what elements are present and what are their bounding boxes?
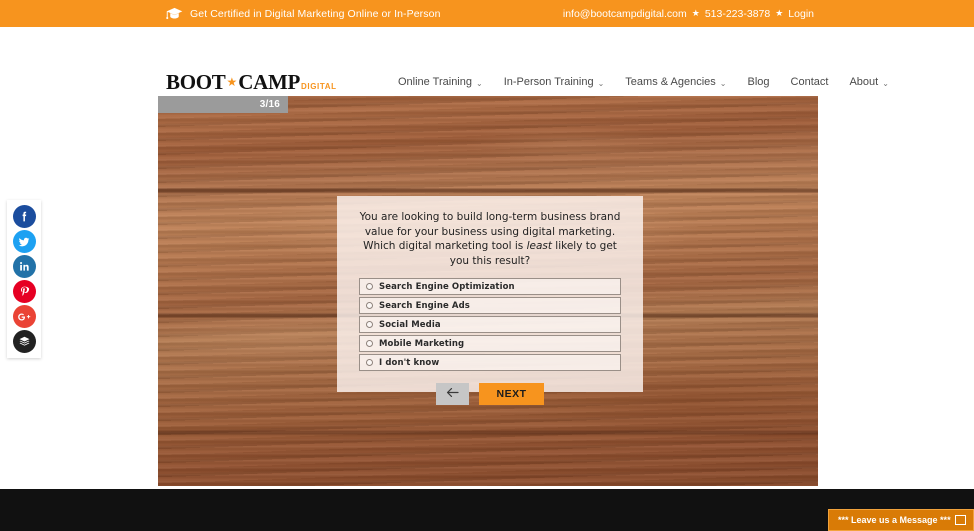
quiz-option-search-engine-ads[interactable]: Search Engine Ads — [359, 297, 621, 314]
chat-widget-label: *** Leave us a Message *** — [838, 515, 951, 525]
chat-window-icon — [955, 515, 966, 525]
quiz-options-list: Search Engine Optimization Search Engine… — [359, 278, 621, 371]
radio-button-icon[interactable] — [366, 283, 373, 290]
nav-item-teams-agencies[interactable]: Teams & Agencies ⌄ — [625, 76, 726, 88]
radio-button-icon[interactable] — [366, 359, 373, 366]
quiz-stage: 3/16 You are looking to build long-term … — [158, 96, 818, 486]
radio-button-icon[interactable] — [366, 302, 373, 309]
quiz-option-label: Search Engine Optimization — [379, 281, 515, 292]
quiz-option-label: Search Engine Ads — [379, 300, 470, 311]
top-announcement-bar: Get Certified in Digital Marketing Onlin… — [0, 0, 974, 27]
quiz-back-button[interactable] — [436, 383, 470, 405]
social-share-rail — [7, 200, 41, 358]
page-root: Get Certified in Digital Marketing Onlin… — [0, 0, 974, 531]
quiz-progress-bar: 3/16 — [158, 96, 288, 113]
nav-label: In-Person Training — [503, 76, 594, 88]
pinterest-icon — [18, 285, 31, 298]
quiz-option-mobile-marketing[interactable]: Mobile Marketing — [359, 335, 621, 352]
facebook-share-button[interactable] — [12, 205, 36, 228]
twitter-share-button[interactable] — [12, 230, 36, 253]
star-separator-icon-2: ★ — [775, 8, 784, 18]
quiz-option-label: Social Media — [379, 319, 441, 330]
buffer-icon — [18, 335, 31, 348]
logo-star-icon: ★ — [226, 75, 238, 89]
nav-label: Online Training — [398, 76, 472, 88]
arrow-left-icon — [446, 385, 460, 403]
quiz-option-search-engine-optimization[interactable]: Search Engine Optimization — [359, 278, 621, 295]
site-header: BOOT ★ CAMP DIGITAL Online Training ⌄ In… — [0, 27, 974, 94]
quiz-option-social-media[interactable]: Social Media — [359, 316, 621, 333]
nav-item-blog[interactable]: Blog — [748, 76, 770, 88]
logo-text-camp: CAMP — [238, 70, 301, 94]
chevron-down-icon: ⌄ — [882, 78, 889, 88]
linkedin-icon — [18, 260, 31, 273]
topbar-tagline-text: Get Certified in Digital Marketing Onlin… — [190, 7, 441, 20]
star-separator-icon-1: ★ — [691, 8, 700, 18]
graduation-cap-icon — [166, 7, 183, 20]
nav-item-contact[interactable]: Contact — [791, 76, 829, 88]
googleplus-share-button[interactable] — [12, 305, 36, 328]
quiz-next-label: NEXT — [496, 388, 527, 400]
twitter-icon — [17, 235, 31, 249]
quiz-question-text: You are looking to build long-term busin… — [359, 210, 621, 268]
main-navigation: Online Training ⌄ In-Person Training ⌄ T… — [398, 76, 889, 88]
quiz-card: You are looking to build long-term busin… — [337, 196, 643, 405]
radio-button-icon[interactable] — [366, 340, 373, 347]
quiz-action-buttons: NEXT — [359, 383, 621, 405]
nav-item-in-person-training[interactable]: In-Person Training ⌄ — [504, 76, 605, 88]
nav-label: About — [849, 76, 879, 88]
buffer-share-button[interactable] — [12, 330, 36, 353]
chat-widget-button[interactable]: *** Leave us a Message *** — [828, 509, 974, 531]
topbar-phone-link[interactable]: 513-223-3878 — [705, 8, 770, 20]
chevron-down-icon: ⌄ — [719, 78, 727, 88]
nav-item-about[interactable]: About ⌄ — [849, 76, 888, 88]
logo-text-digital: DIGITAL — [301, 82, 337, 91]
pinterest-share-button[interactable] — [12, 280, 36, 303]
quiz-option-label: I don't know — [379, 357, 440, 368]
topbar-contact-group: info@bootcampdigital.com ★ 513-223-3878 … — [563, 0, 814, 27]
linkedin-share-button[interactable] — [12, 255, 36, 278]
topbar-tagline-group: Get Certified in Digital Marketing Onlin… — [166, 0, 441, 27]
google-plus-icon — [17, 311, 32, 323]
chevron-down-icon: ⌄ — [597, 78, 605, 88]
question-emphasis: least — [526, 240, 552, 252]
logo-text-boot: BOOT — [166, 70, 226, 94]
radio-button-icon[interactable] — [366, 321, 373, 328]
quiz-next-button[interactable]: NEXT — [479, 383, 544, 405]
site-logo[interactable]: BOOT ★ CAMP DIGITAL — [166, 70, 337, 95]
quiz-option-i-dont-know[interactable]: I don't know — [359, 354, 621, 371]
topbar-email-link[interactable]: info@bootcampdigital.com — [563, 8, 687, 20]
topbar-login-link[interactable]: Login — [788, 8, 814, 20]
quiz-option-label: Mobile Marketing — [379, 338, 465, 349]
chevron-down-icon: ⌄ — [476, 78, 483, 88]
nav-label: Teams & Agencies — [625, 76, 716, 88]
facebook-icon — [18, 210, 31, 223]
nav-label: Blog — [747, 76, 770, 88]
quiz-progress-text: 3/16 — [259, 99, 280, 110]
nav-label: Contact — [790, 76, 829, 88]
nav-item-online-training[interactable]: Online Training ⌄ — [398, 76, 483, 88]
